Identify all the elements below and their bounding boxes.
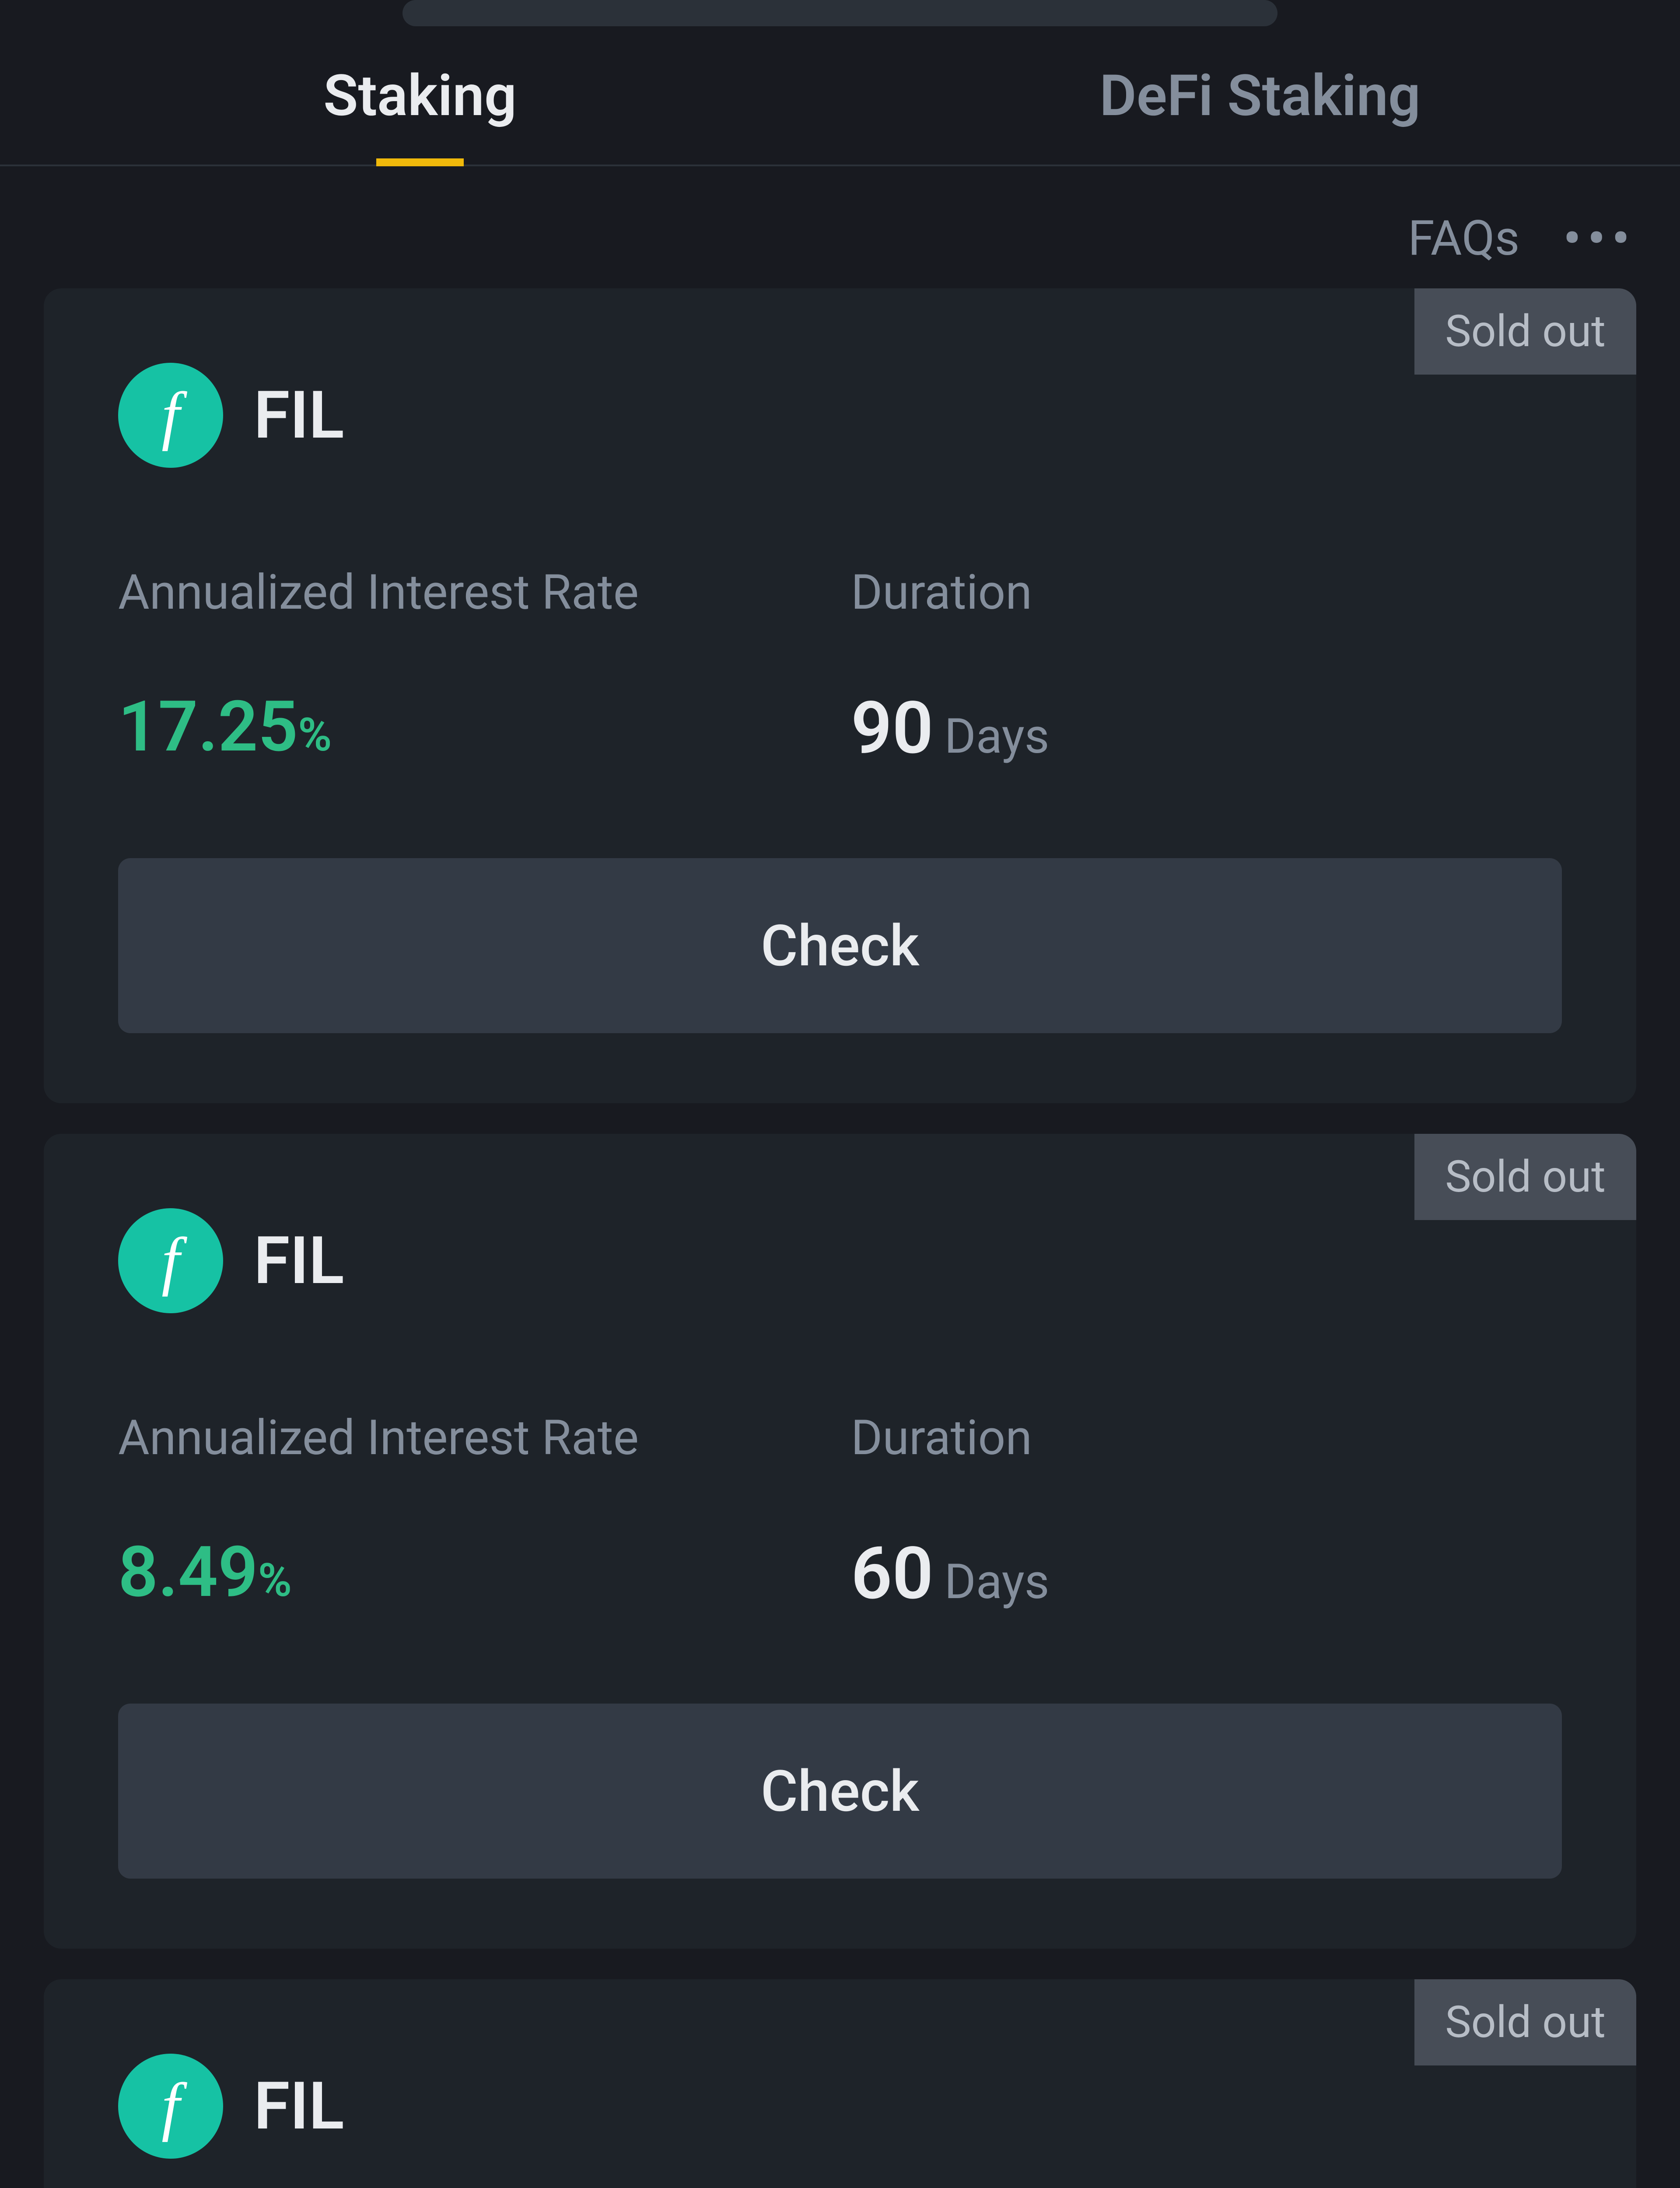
tab-bar: Staking DeFi Staking	[0, 26, 1680, 166]
staking-card: Sold out f FIL Annualized Interest Rate …	[44, 1979, 1636, 2188]
duration-unit: Days	[945, 708, 1050, 764]
rate-label: Annualized Interest Rate	[118, 1410, 829, 1466]
status-badge: Sold out	[1414, 1979, 1636, 2065]
faqs-link[interactable]: FAQs	[1408, 210, 1519, 266]
more-icon[interactable]: •••	[1563, 210, 1636, 266]
search-pill[interactable]	[402, 0, 1278, 26]
toolbar: FAQs •••	[0, 166, 1680, 288]
tab-defi-staking[interactable]: DeFi Staking	[840, 26, 1680, 165]
filecoin-icon: f	[118, 363, 223, 468]
duration-unit: Days	[945, 1553, 1050, 1610]
tab-staking[interactable]: Staking	[0, 26, 840, 165]
duration-label: Duration	[851, 1410, 1562, 1466]
filecoin-icon: f	[118, 2054, 223, 2159]
rate-value: 17.25	[118, 686, 298, 768]
percent-sign: %	[298, 708, 332, 762]
duration-value: 60	[851, 1532, 934, 1616]
status-badge: Sold out	[1414, 288, 1636, 375]
duration-label: Duration	[851, 564, 1562, 621]
duration-value: 90	[851, 686, 934, 771]
coin-symbol: FIL	[254, 2068, 344, 2145]
card-list: Sold out f FIL Annualized Interest Rate …	[0, 288, 1680, 2188]
coin-symbol: FIL	[254, 377, 344, 454]
status-badge: Sold out	[1414, 1134, 1636, 1220]
check-button[interactable]: Check	[118, 858, 1562, 1033]
rate-value: 8.49	[118, 1532, 258, 1613]
staking-card: Sold out f FIL Annualized Interest Rate …	[44, 288, 1636, 1103]
filecoin-icon: f	[118, 1208, 223, 1313]
percent-sign: %	[258, 1553, 292, 1607]
staking-card: Sold out f FIL Annualized Interest Rate …	[44, 1134, 1636, 1949]
rate-label: Annualized Interest Rate	[118, 564, 829, 621]
coin-symbol: FIL	[254, 1222, 344, 1299]
check-button[interactable]: Check	[118, 1704, 1562, 1879]
